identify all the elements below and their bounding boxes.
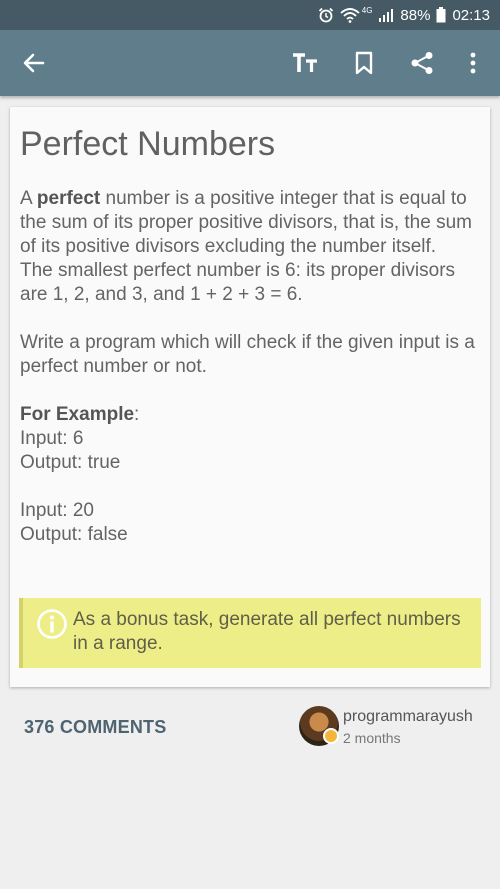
status-bar: 4G 88% 02:13	[0, 0, 500, 30]
author-info[interactable]: programmarayush 2 months	[299, 706, 494, 748]
example-input: Input: 6	[20, 428, 84, 449]
author-time: 2 months	[343, 730, 401, 746]
battery-icon	[436, 0, 446, 30]
share-icon	[411, 52, 433, 74]
intro-bold: perfect	[36, 188, 101, 209]
author-name[interactable]: programmarayush	[343, 708, 473, 726]
badge-icon	[323, 728, 339, 744]
battery-percent: 88%	[400, 6, 431, 24]
bonus-note: As a bonus task, generate all perfect nu…	[19, 598, 481, 668]
example-colon: :	[134, 404, 140, 425]
more-options-button[interactable]	[449, 30, 497, 96]
bookmark-button[interactable]	[340, 30, 388, 96]
bonus-note-text: As a bonus task, generate all perfect nu…	[73, 609, 461, 654]
article-body: A perfect number is a positive integer t…	[20, 187, 480, 547]
app-bar	[0, 30, 500, 96]
clock: 02:13	[452, 6, 490, 24]
network-type: 4G	[361, 5, 373, 15]
example-input: Input: 20	[20, 500, 94, 521]
back-arrow-icon	[23, 53, 45, 73]
signal-icon	[378, 0, 394, 30]
example-heading-text: For Example	[20, 404, 135, 425]
smallest-paragraph: The smallest perfect number is 6: its pr…	[20, 260, 456, 305]
intro-prefix: A	[20, 188, 37, 209]
back-button[interactable]	[10, 30, 58, 96]
wifi-icon	[340, 0, 360, 30]
alarm-icon	[318, 0, 334, 30]
text-size-button[interactable]	[281, 30, 329, 96]
article-card: Perfect Numbers A perfect number is a po…	[10, 107, 490, 687]
text-size-icon	[293, 53, 317, 72]
comments-button[interactable]: 376 COMMENTS	[24, 717, 166, 738]
info-icon	[37, 609, 67, 639]
task-paragraph: Write a program which will check if the …	[20, 332, 475, 377]
more-vert-icon	[470, 52, 476, 74]
bookmark-icon	[355, 51, 373, 75]
intro-paragraph: A perfect number is a positive integer t…	[20, 187, 480, 259]
example-heading: For Example:	[20, 403, 480, 427]
example-output: Output: false	[20, 524, 128, 545]
article-title: Perfect Numbers	[20, 125, 276, 163]
example-output: Output: true	[20, 452, 121, 473]
share-button[interactable]	[398, 30, 446, 96]
